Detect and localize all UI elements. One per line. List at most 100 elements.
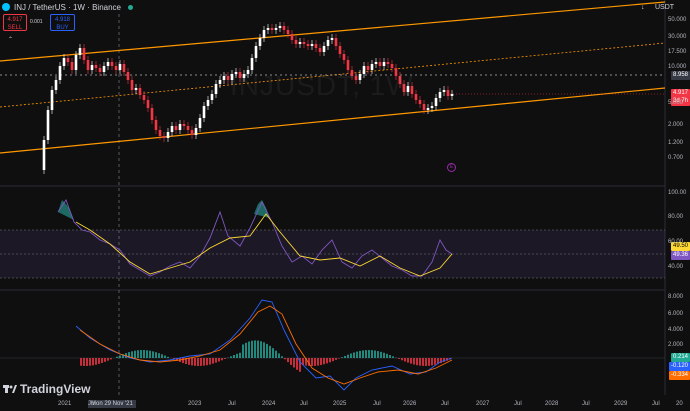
candle-body — [446, 90, 450, 96]
macd-histogram-bar — [263, 342, 265, 358]
macd-histogram-bar — [389, 355, 391, 358]
macd-tick-label: 4.000 — [668, 327, 684, 333]
candle-body — [42, 140, 46, 170]
candle-body — [162, 136, 166, 138]
price-tick-label: 2.000 — [668, 122, 684, 128]
macd-tick-label: 2.000 — [668, 342, 684, 348]
macd-histogram-bar — [329, 358, 331, 363]
rsi-tick-label: 100.00 — [668, 190, 687, 196]
macd-histogram-bar — [371, 350, 373, 358]
time-tick-label: Jul — [300, 401, 308, 407]
candle-body — [346, 60, 350, 70]
arrow-down-icon[interactable]: ↓ — [641, 4, 645, 11]
candle-body — [166, 132, 170, 138]
macd-histogram-bar — [101, 358, 103, 363]
candle-body — [270, 28, 274, 30]
candle-body — [450, 94, 454, 96]
candle-body — [442, 90, 446, 92]
macd-histogram-bar — [149, 350, 151, 358]
candle-body — [294, 40, 298, 44]
price-tick-label: 17.500 — [668, 49, 687, 55]
candle-body — [226, 76, 230, 80]
candle-body — [418, 100, 422, 104]
symbol-header[interactable]: INJ / TetherUS · 1W · Binance — [0, 0, 133, 14]
candle-body — [126, 72, 130, 80]
candle-body — [66, 58, 70, 62]
macd-histogram-bar — [194, 358, 196, 366]
candle-body — [258, 38, 262, 46]
macd-histogram-bar — [143, 350, 145, 358]
macd-histogram-bar — [209, 358, 211, 365]
macd-histogram-bar — [188, 358, 190, 365]
candle-body — [314, 44, 318, 48]
chart-root[interactable] — [0, 0, 690, 411]
macd-histogram-bar — [212, 358, 214, 364]
candle-body — [54, 80, 58, 90]
time-tick-label: 2025 — [333, 401, 347, 407]
price-tick-label: 5.000 — [668, 100, 684, 106]
spread-value: 0.001 — [30, 19, 43, 25]
price-tick-label: 0.700 — [668, 155, 684, 161]
macd-histogram-bar — [233, 355, 235, 358]
tradingview-logo[interactable]: TradingView — [3, 382, 90, 396]
event-marker-icon[interactable]: E — [447, 163, 456, 172]
candle-body — [310, 44, 314, 46]
macd-histogram-bar — [428, 358, 430, 366]
macd-histogram-bar — [392, 356, 394, 358]
candle-body — [438, 92, 442, 98]
macd-histogram-bar — [236, 353, 238, 358]
macd-histogram-bar — [104, 358, 106, 362]
candle-body — [330, 38, 334, 40]
macd-histogram-bar — [398, 358, 400, 359]
macd-histogram-bar — [410, 358, 412, 364]
candle-body — [146, 100, 150, 108]
macd-hist-tag: 0.214 — [670, 353, 690, 362]
macd-histogram-bar — [284, 358, 286, 360]
macd-histogram-bar — [224, 358, 226, 359]
candle-body — [306, 44, 310, 46]
macd-histogram-bar — [245, 342, 247, 358]
chart-canvas[interactable] — [0, 0, 690, 411]
buy-label: BUY — [56, 25, 69, 31]
time-tick-label: Jul — [652, 401, 660, 407]
buy-button[interactable]: 4.918 BUY — [50, 14, 75, 31]
macd-tick-label: 8.000 — [668, 294, 684, 300]
rsi-tag: 49.36 — [670, 251, 690, 260]
candle-body — [150, 108, 154, 120]
time-tick-label: 2026 — [403, 401, 417, 407]
macd-histogram-bar — [98, 358, 100, 364]
macd-histogram-bar — [272, 348, 274, 358]
candle-body — [158, 130, 162, 136]
candle-body — [110, 62, 114, 66]
time-tick-label: Jul — [441, 401, 449, 407]
candle-body — [82, 48, 86, 60]
candle-body — [154, 120, 158, 130]
macd-histogram-bar — [347, 354, 349, 358]
macd-histogram-bar — [158, 353, 160, 358]
macd-histogram-bar — [353, 352, 355, 358]
macd-tick-label: 6.000 — [668, 311, 684, 317]
macd-histogram-bar — [350, 353, 352, 358]
macd-histogram-bar — [146, 350, 148, 358]
time-tick-label: 2023 — [188, 401, 202, 407]
macd-histogram-bar — [434, 358, 436, 365]
signal-tag: -0.334 — [668, 371, 690, 380]
symbol-title[interactable]: INJ / TetherUS · 1W · Binance — [14, 3, 121, 12]
candle-body — [78, 48, 82, 55]
time-tick-label: 2029 — [614, 401, 628, 407]
time-tick-label: 2024 — [262, 401, 276, 407]
candle-body — [122, 64, 126, 72]
macd-histogram-bar — [197, 358, 199, 366]
rsi-tick-label: 40.00 — [668, 264, 684, 270]
candle-body — [106, 62, 110, 66]
candle-body — [286, 30, 290, 34]
candle-body — [282, 26, 286, 30]
chevron-up-icon[interactable]: ⌃ — [8, 36, 13, 43]
macd-histogram-bar — [260, 341, 262, 358]
inj-coin-icon — [2, 3, 10, 11]
currency-select[interactable]: USDT — [655, 4, 674, 11]
macd-histogram-bar — [119, 355, 121, 358]
macd-histogram-bar — [257, 340, 259, 358]
sell-button[interactable]: 4.917 SELL — [3, 14, 27, 31]
candle-body — [266, 28, 270, 30]
